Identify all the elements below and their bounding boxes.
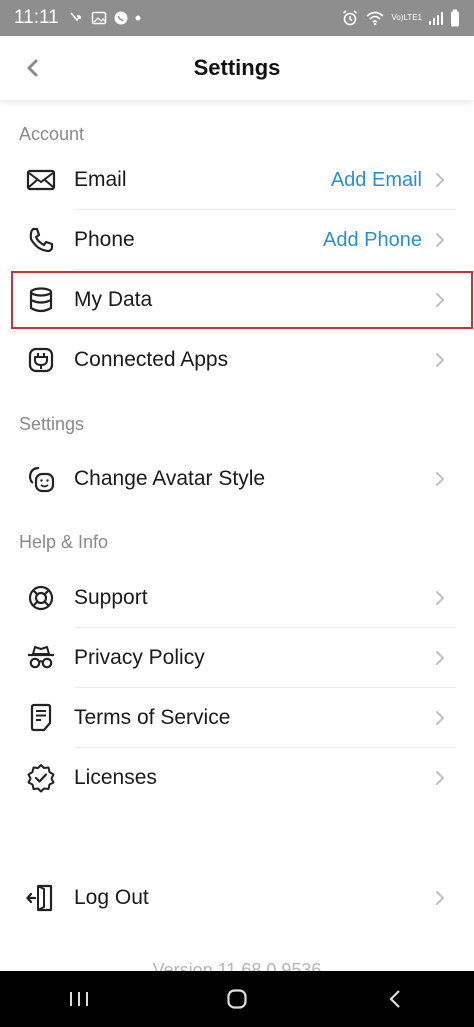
home-button[interactable] bbox=[207, 979, 267, 1019]
row-my-data[interactable]: My Data bbox=[10, 270, 474, 330]
document-icon bbox=[24, 701, 58, 735]
network-bottom-text: LTE1 bbox=[403, 13, 422, 22]
row-terms-of-service[interactable]: Terms of Service bbox=[0, 688, 474, 748]
page-title: Settings bbox=[193, 55, 281, 80]
chevron-right-icon bbox=[434, 231, 446, 249]
status-bar: 11:11 Vo) LTE1 bbox=[0, 0, 474, 36]
row-support[interactable]: Support bbox=[0, 568, 474, 628]
signal-icon bbox=[428, 10, 444, 26]
chevron-right-icon bbox=[434, 889, 446, 907]
row-email-label: Email bbox=[74, 168, 127, 191]
section-label-account: Account bbox=[19, 124, 85, 144]
row-phone[interactable]: Phone Add Phone bbox=[0, 210, 474, 270]
row-change-avatar-style-label: Change Avatar Style bbox=[74, 467, 266, 490]
back-arrow-icon bbox=[389, 990, 400, 1008]
phone-icon bbox=[24, 223, 58, 257]
chevron-right-icon bbox=[434, 351, 446, 369]
row-log-out[interactable]: Log Out bbox=[0, 868, 474, 928]
gallery-icon bbox=[91, 10, 107, 26]
row-licenses-label: Licenses bbox=[74, 766, 157, 789]
lifebuoy-icon bbox=[24, 581, 58, 615]
row-email[interactable]: Email Add Email bbox=[0, 150, 474, 210]
recent-apps-button[interactable] bbox=[49, 979, 109, 1019]
status-left-icons bbox=[69, 10, 141, 26]
chevron-right-icon bbox=[434, 769, 446, 787]
battery-icon bbox=[450, 9, 460, 27]
row-privacy-policy[interactable]: Privacy Policy bbox=[0, 628, 474, 688]
row-privacy-policy-label: Privacy Policy bbox=[74, 646, 205, 669]
settings-list[interactable]: Account Email Add Email Phone Add Phone bbox=[0, 100, 474, 970]
plug-icon bbox=[24, 343, 58, 377]
row-log-out-label: Log Out bbox=[74, 886, 149, 909]
chevron-right-icon bbox=[434, 470, 446, 488]
add-phone-link[interactable]: Add Phone bbox=[323, 229, 422, 252]
row-phone-label: Phone bbox=[74, 228, 135, 251]
row-my-data-label: My Data bbox=[74, 288, 153, 311]
system-nav-bar bbox=[0, 971, 474, 1027]
row-licenses[interactable]: Licenses bbox=[0, 748, 474, 808]
chevron-right-icon bbox=[434, 171, 446, 189]
add-email-link[interactable]: Add Email bbox=[331, 169, 422, 192]
envelope-icon bbox=[24, 163, 58, 197]
network-type-label: Vo) LTE1 bbox=[391, 14, 422, 22]
database-icon bbox=[24, 283, 58, 317]
status-time: 11:11 bbox=[14, 7, 59, 28]
network-top-text: Vo) bbox=[391, 13, 404, 22]
screen: 11:11 Vo) LTE1 Settings Account Email Ad… bbox=[0, 0, 474, 1027]
row-connected-apps[interactable]: Connected Apps bbox=[0, 330, 474, 390]
system-back-button[interactable] bbox=[365, 979, 425, 1019]
chevron-right-icon bbox=[434, 291, 446, 309]
row-support-label: Support bbox=[74, 586, 148, 609]
missed-call-icon bbox=[69, 10, 85, 26]
row-terms-of-service-label: Terms of Service bbox=[74, 706, 231, 729]
incognito-icon bbox=[24, 641, 58, 675]
status-right-icons: Vo) LTE1 bbox=[341, 9, 460, 27]
logout-door-icon bbox=[24, 881, 58, 915]
section-label-help: Help & Info bbox=[19, 532, 109, 552]
whatsapp-icon bbox=[113, 10, 129, 26]
section-label-settings: Settings bbox=[19, 414, 85, 434]
wifi-icon bbox=[365, 10, 385, 26]
chevron-left-icon bbox=[27, 59, 38, 77]
avatar-face-icon bbox=[24, 462, 58, 496]
alarm-icon bbox=[341, 9, 359, 27]
row-connected-apps-label: Connected Apps bbox=[74, 348, 229, 371]
row-change-avatar-style[interactable]: Change Avatar Style bbox=[0, 449, 474, 509]
home-icon bbox=[227, 989, 247, 1009]
chevron-right-icon bbox=[434, 589, 446, 607]
more-notifications-icon bbox=[135, 15, 141, 21]
verified-badge-icon bbox=[24, 761, 58, 795]
chevron-right-icon bbox=[434, 649, 446, 667]
recents-icon bbox=[70, 992, 88, 1006]
header: Settings bbox=[0, 36, 474, 100]
back-button[interactable] bbox=[18, 54, 46, 82]
chevron-right-icon bbox=[434, 709, 446, 727]
